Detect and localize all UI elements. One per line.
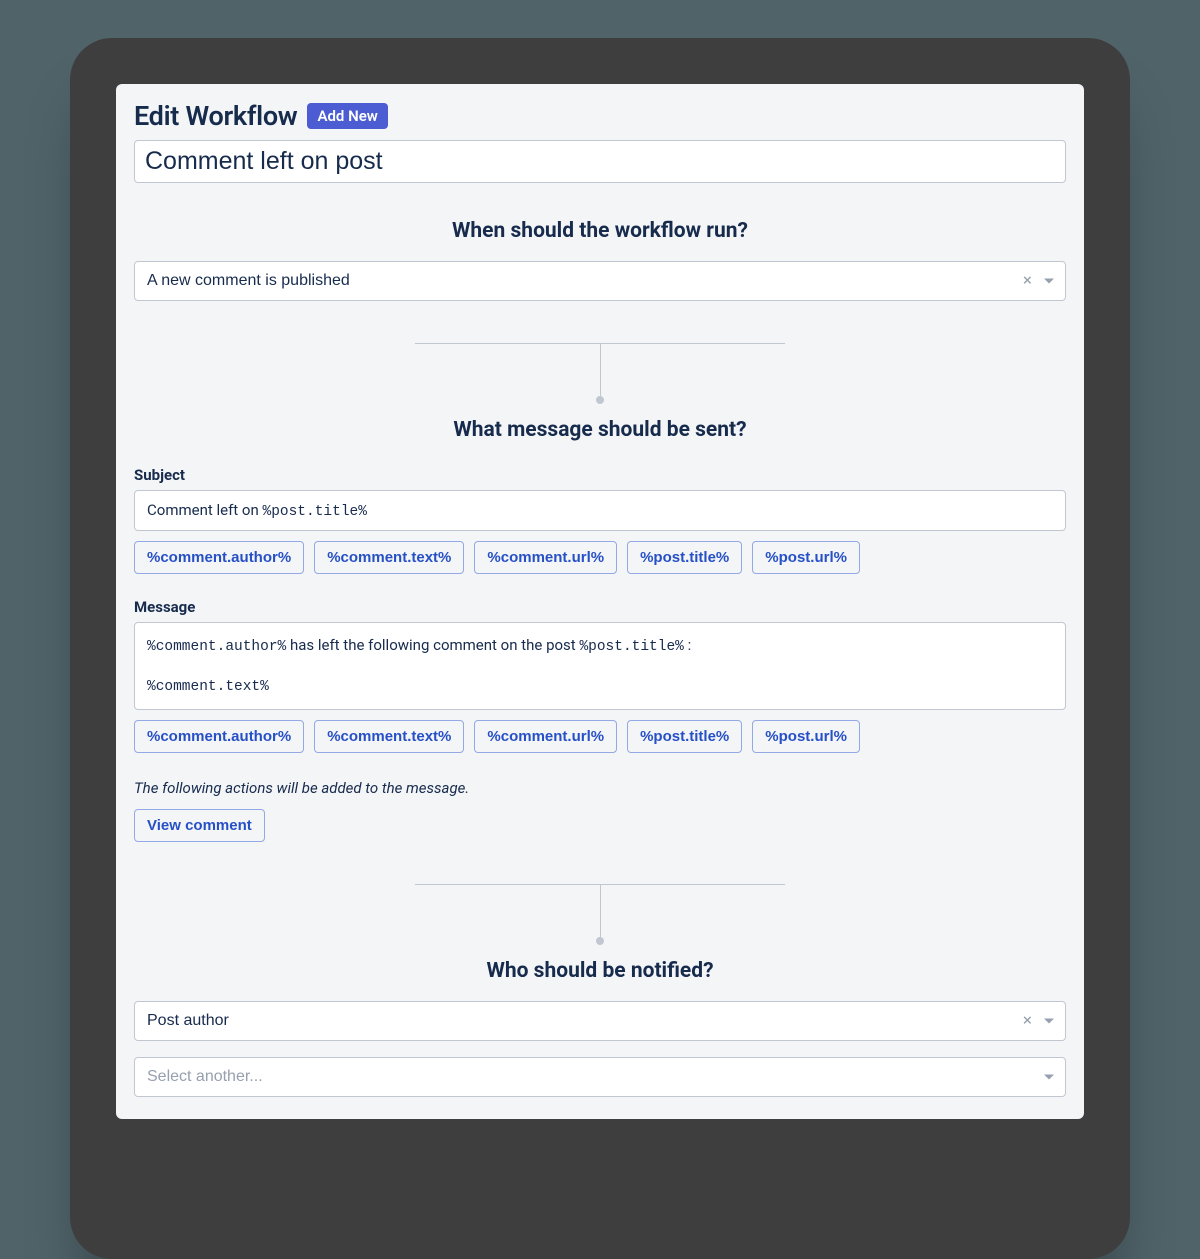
view-comment-action[interactable]: View comment bbox=[134, 809, 265, 842]
connector-2 bbox=[134, 884, 1066, 945]
clear-trigger-icon[interactable]: × bbox=[1019, 271, 1036, 292]
token-chip-post-url[interactable]: %post.url% bbox=[752, 541, 860, 574]
msg-text-mid: has left the following comment on the po… bbox=[286, 636, 579, 654]
clear-recipient-icon[interactable]: × bbox=[1019, 1011, 1036, 1032]
connector-dot-2 bbox=[596, 937, 604, 945]
trigger-select-row: A new comment is published × bbox=[134, 261, 1066, 301]
workflow-name-input[interactable] bbox=[134, 140, 1066, 183]
subject-token-chips: %comment.author% %comment.text% %comment… bbox=[134, 541, 1066, 574]
when-section-title: When should the workflow run? bbox=[134, 219, 1066, 243]
outer-card: Edit Workflow Add New When should the wo… bbox=[70, 38, 1130, 1259]
token-chip-comment-url-2[interactable]: %comment.url% bbox=[474, 720, 617, 753]
who-section-title: Who should be notified? bbox=[134, 959, 1066, 983]
token-chip-post-title[interactable]: %post.title% bbox=[627, 541, 742, 574]
actions-note: The following actions will be added to t… bbox=[134, 779, 1066, 797]
add-recipient-select[interactable]: Select another... bbox=[134, 1057, 1066, 1097]
chevron-down-icon[interactable] bbox=[1044, 279, 1054, 284]
add-recipient-controls bbox=[1040, 1075, 1058, 1080]
token-chip-post-title-2[interactable]: %post.title% bbox=[627, 720, 742, 753]
trigger-select[interactable]: A new comment is published bbox=[134, 261, 1066, 301]
token-chip-comment-url[interactable]: %comment.url% bbox=[474, 541, 617, 574]
chevron-down-icon-2[interactable] bbox=[1044, 1019, 1054, 1024]
subject-text-prefix: Comment left on bbox=[147, 501, 263, 519]
subject-label: Subject bbox=[134, 466, 1066, 484]
message-token-chips: %comment.author% %comment.text% %comment… bbox=[134, 720, 1066, 753]
add-new-badge[interactable]: Add New bbox=[307, 103, 387, 129]
recipient-select[interactable]: Post author bbox=[134, 1001, 1066, 1041]
token-chip-comment-author[interactable]: %comment.author% bbox=[134, 541, 304, 574]
token-chip-post-url-2[interactable]: %post.url% bbox=[752, 720, 860, 753]
header-row: Edit Workflow Add New bbox=[134, 100, 1066, 132]
token-chip-comment-text[interactable]: %comment.text% bbox=[314, 541, 464, 574]
msg-token-title: %post.title% bbox=[579, 639, 683, 655]
page-title: Edit Workflow bbox=[134, 100, 297, 132]
message-block: Message %comment.author% has left the fo… bbox=[134, 598, 1066, 753]
msg-token-text: %comment.text% bbox=[147, 678, 1053, 698]
subject-token: %post.title% bbox=[263, 504, 367, 520]
message-section-title: What message should be sent? bbox=[134, 418, 1066, 442]
connector bbox=[134, 343, 1066, 404]
message-line-1: %comment.author% has left the following … bbox=[147, 635, 1053, 658]
recipient-select-controls: × bbox=[1019, 1011, 1058, 1032]
trigger-select-controls: × bbox=[1019, 271, 1058, 292]
message-input[interactable]: %comment.author% has left the following … bbox=[134, 622, 1066, 710]
add-recipient-select-row: Select another... bbox=[134, 1057, 1066, 1097]
token-chip-comment-text-2[interactable]: %comment.text% bbox=[314, 720, 464, 753]
subject-input[interactable]: Comment left on %post.title% bbox=[134, 490, 1066, 531]
chevron-down-icon-3[interactable] bbox=[1044, 1075, 1054, 1080]
recipient-select-row: Post author × bbox=[134, 1001, 1066, 1041]
connector-line-2 bbox=[600, 885, 601, 937]
workflow-panel: Edit Workflow Add New When should the wo… bbox=[116, 84, 1084, 1119]
msg-token-author: %comment.author% bbox=[147, 639, 286, 655]
connector-line bbox=[600, 344, 601, 396]
token-chip-comment-author-2[interactable]: %comment.author% bbox=[134, 720, 304, 753]
msg-text-tail: : bbox=[684, 636, 691, 654]
connector-dot bbox=[596, 396, 604, 404]
subject-block: Subject Comment left on %post.title% %co… bbox=[134, 466, 1066, 574]
message-label: Message bbox=[134, 598, 1066, 616]
